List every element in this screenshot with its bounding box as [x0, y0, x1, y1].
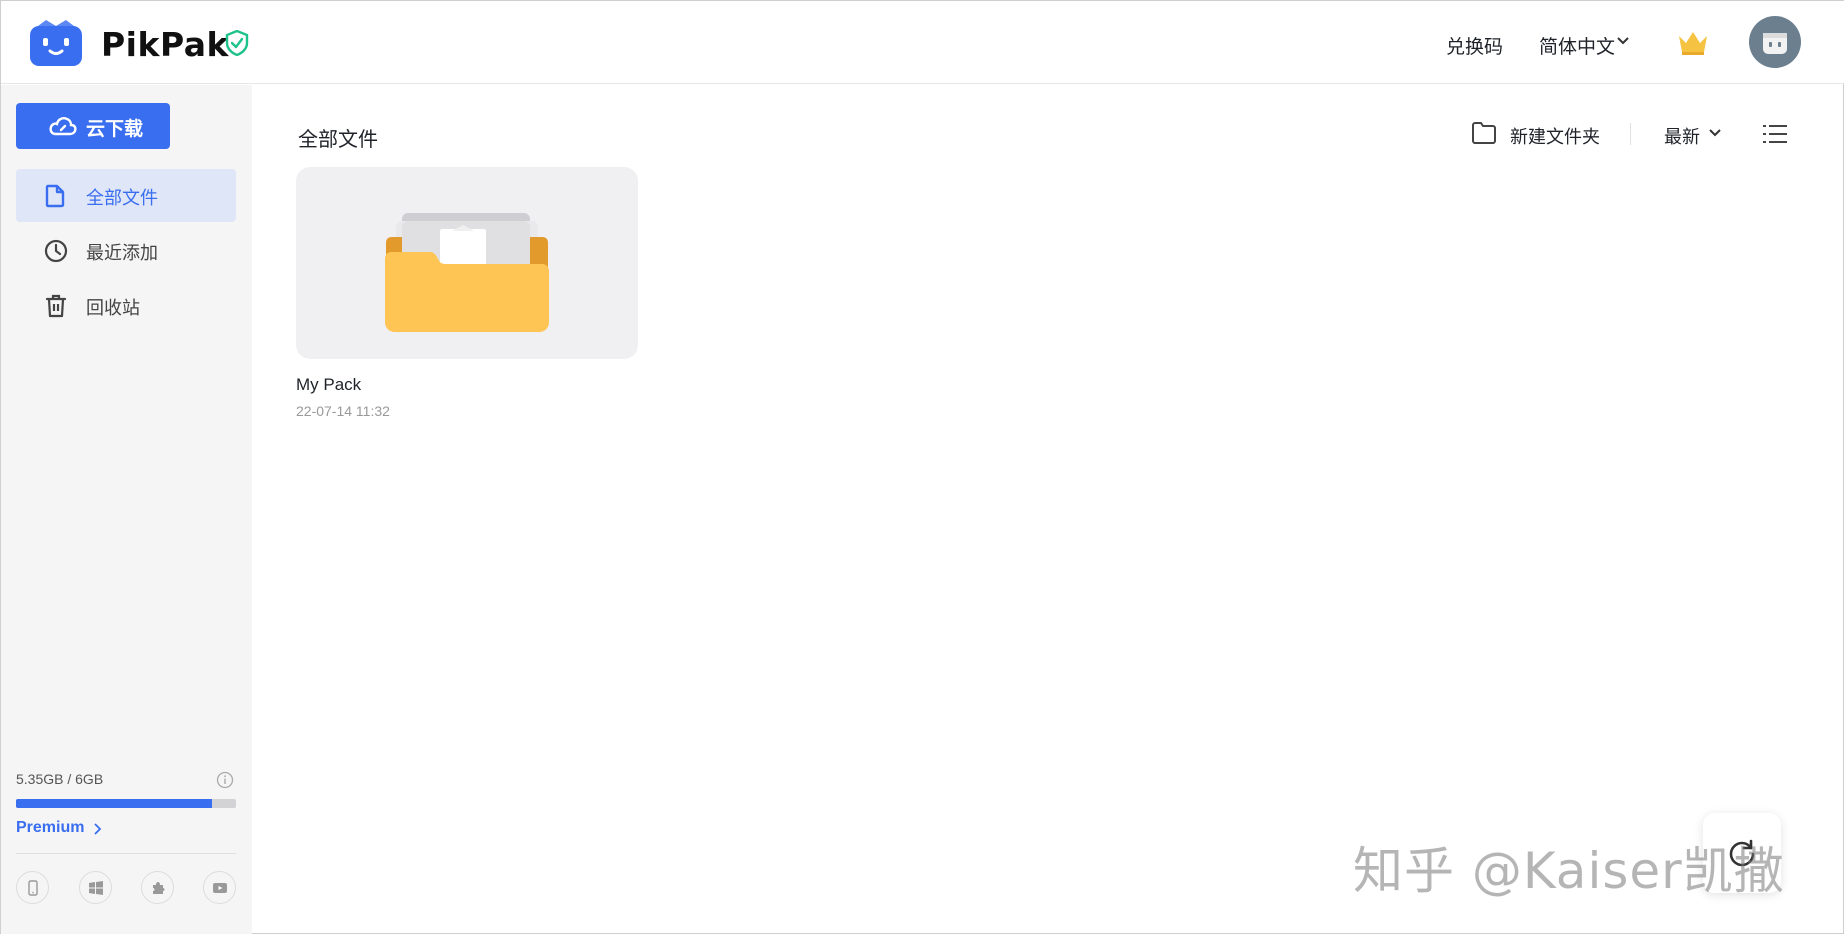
sidebar-item-label: 回收站 — [86, 298, 140, 319]
tv-icon — [213, 883, 227, 893]
extension-icon — [153, 882, 165, 894]
redeem-code-link[interactable]: 兑换码 — [1446, 32, 1503, 59]
file-icon — [45, 184, 65, 208]
sidebar-item-recent[interactable]: 最近添加 — [16, 224, 236, 277]
toolbar-divider — [1630, 123, 1631, 145]
crown-icon[interactable] — [1677, 28, 1709, 56]
new-folder-label: 新建文件夹 — [1510, 127, 1600, 148]
chevron-down-icon[interactable] — [1708, 128, 1722, 138]
sidebar-item-label: 最近添加 — [86, 243, 158, 264]
top-header: PikPak 兑换码 简体中文 — [1, 1, 1844, 84]
file-date: 22-07-14 11:32 — [296, 403, 390, 419]
chevron-right-icon[interactable] — [93, 823, 102, 835]
folder-card[interactable] — [296, 167, 638, 359]
list-view-icon[interactable] — [1763, 123, 1787, 145]
cloud-download-button[interactable]: 云下载 — [16, 103, 170, 149]
app-window: PikPak 兑换码 简体中文 云下载 全部文件 最近添加 回收站 5.35GB… — [0, 0, 1844, 934]
storage-progress-bar — [16, 799, 236, 808]
storage-progress-fill — [16, 799, 213, 808]
language-selector[interactable]: 简体中文 — [1539, 32, 1615, 59]
sidebar-item-label: 全部文件 — [86, 188, 158, 209]
info-icon[interactable] — [216, 771, 234, 789]
sidebar-item-trash[interactable]: 回收站 — [16, 279, 236, 332]
watermark-text: 知乎 @Kaiser凯撒 — [1353, 842, 1785, 900]
shield-check-icon[interactable] — [225, 30, 249, 56]
page-title: 全部文件 — [298, 127, 378, 151]
pikpak-logo-icon[interactable] — [30, 20, 82, 66]
sidebar-divider — [16, 853, 236, 854]
windows-app-button[interactable] — [79, 871, 112, 904]
mobile-icon — [28, 880, 38, 896]
trash-icon — [45, 294, 67, 318]
sidebar-item-all-files[interactable]: 全部文件 — [16, 169, 236, 222]
sort-dropdown[interactable]: 最新 — [1664, 123, 1700, 149]
tv-app-button[interactable] — [203, 871, 236, 904]
avatar-icon — [1763, 33, 1787, 54]
folder-outline-icon — [1472, 122, 1496, 144]
windows-icon — [89, 881, 103, 895]
premium-link[interactable]: Premium — [16, 819, 84, 837]
mobile-app-button[interactable] — [16, 871, 49, 904]
clock-icon — [44, 239, 68, 263]
browser-extension-button[interactable] — [141, 871, 174, 904]
brand-name: PikPak — [101, 25, 229, 64]
storage-usage-text: 5.35GB / 6GB — [16, 771, 104, 787]
folder-icon — [385, 213, 549, 332]
cloud-link-icon — [49, 117, 77, 136]
chevron-down-icon[interactable] — [1616, 36, 1630, 46]
cloud-download-label: 云下载 — [86, 118, 144, 140]
file-name[interactable]: My Pack — [296, 375, 361, 395]
user-avatar[interactable] — [1749, 16, 1801, 68]
sidebar: 云下载 全部文件 最近添加 回收站 5.35GB / 6GB Premium — [1, 85, 252, 934]
